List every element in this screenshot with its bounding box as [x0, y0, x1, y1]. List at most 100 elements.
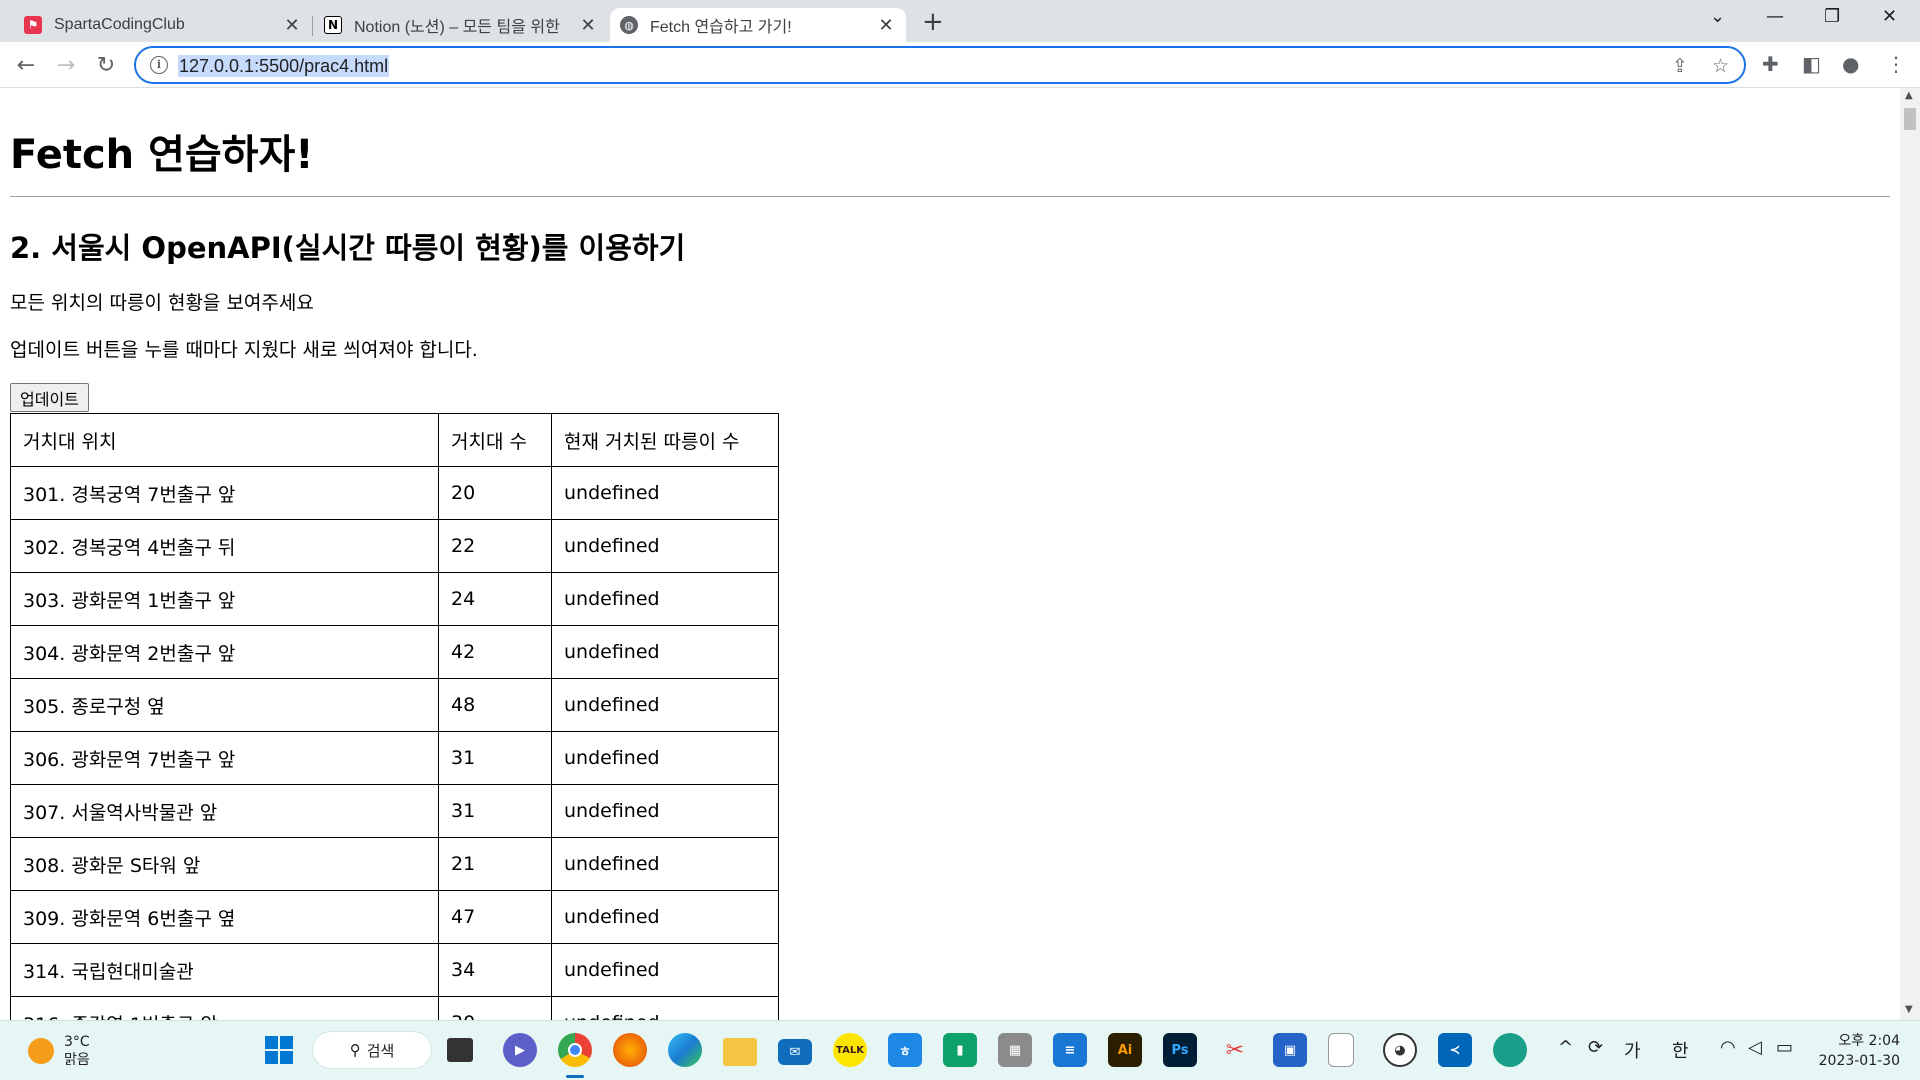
section-title: 2. 서울시 OpenAPI(실시간 따릉이 현황)를 이용하기 — [10, 231, 686, 265]
weather-widget[interactable]: 3°C 맑음 — [28, 1033, 90, 1069]
tab-title: Fetch 연습하고 가기! — [650, 19, 792, 36]
cell-location: 303. 광화문역 1번출구 앞 — [10, 572, 439, 626]
battery-icon[interactable]: ▭ — [1776, 1037, 1793, 1058]
table-row: 314. 국립현대미술관 34 undefined — [10, 943, 779, 997]
cell-location: 316. 종각역 1번출구 앞 — [10, 996, 439, 1020]
taskbar-search[interactable]: ⚲ 검색 — [312, 1031, 432, 1069]
snipping-tool-icon[interactable]: ✂ — [1218, 1033, 1252, 1067]
cell-bike-count: undefined — [551, 519, 779, 573]
table-header-row: 거치대 위치 거치대 수 현재 거치된 따릉이 수 — [10, 413, 779, 467]
vscode-icon[interactable]: ≺ — [1438, 1033, 1472, 1067]
cell-bike-count: undefined — [551, 890, 779, 944]
blank-document-icon[interactable] — [1328, 1033, 1354, 1067]
tray-chevron-up-icon[interactable]: ^ — [1558, 1037, 1573, 1058]
description-2: 업데이트 버튼을 누를 때마다 지웠다 새로 씌여져야 합니다. — [10, 339, 478, 361]
back-arrow-icon[interactable]: ← — [12, 51, 40, 79]
restore-icon[interactable]: ❐ — [1824, 6, 1840, 27]
cell-rack-count: 47 — [438, 890, 552, 944]
close-tab-icon[interactable]: ✕ — [282, 15, 302, 36]
kakaotalk-icon[interactable]: TALK — [833, 1033, 867, 1067]
chrome-profile-icon[interactable] — [1493, 1033, 1527, 1067]
cell-location: 305. 종로구청 옆 — [10, 678, 439, 732]
reload-icon[interactable]: ↻ — [92, 51, 120, 79]
github-desktop-icon[interactable]: ◕ — [1383, 1033, 1417, 1067]
tab-title: SpartaCodingClub — [54, 16, 185, 33]
site-info-icon[interactable]: i — [150, 56, 168, 74]
cell-bike-count: undefined — [551, 572, 779, 626]
divider — [10, 196, 1890, 197]
teams-chat-icon[interactable]: ▶ — [503, 1033, 537, 1067]
scroll-up-arrow-icon[interactable]: ▲ — [1905, 90, 1913, 101]
active-app-indicator — [566, 1075, 584, 1078]
hangul-word-icon[interactable]: ㅎ — [888, 1033, 922, 1067]
table-row: 305. 종로구청 옆 48 undefined — [10, 678, 779, 732]
forward-arrow-icon[interactable]: → — [52, 51, 80, 79]
close-tab-icon[interactable]: ✕ — [876, 15, 896, 36]
side-panel-icon[interactable]: ◧ — [1802, 52, 1821, 76]
bike-station-table: 거치대 위치 거치대 수 현재 거치된 따릉이 수 301. 경복궁역 7번출구… — [10, 413, 779, 1020]
file-explorer-icon[interactable] — [723, 1038, 757, 1066]
cell-rack-count: 21 — [438, 837, 552, 891]
bookmark-star-icon[interactable]: ☆ — [1712, 55, 1729, 77]
calculator-icon[interactable]: ▦ — [998, 1033, 1032, 1067]
hancell-icon[interactable]: ▮ — [943, 1033, 977, 1067]
volume-icon[interactable]: ◁ — [1748, 1037, 1762, 1058]
weather-temp: 3°C — [64, 1034, 90, 1050]
cell-bike-count: undefined — [551, 943, 779, 997]
page-content: Fetch 연습하자! 2. 서울시 OpenAPI(실시간 따릉이 현황)를 … — [0, 88, 1900, 1020]
table-row: 301. 경복궁역 7번출구 앞 20 undefined — [10, 466, 779, 520]
globe-favicon-icon: ◍ — [620, 16, 638, 34]
share-icon[interactable]: ⇪ — [1672, 55, 1688, 77]
cell-bike-count: undefined — [551, 837, 779, 891]
url-text[interactable]: 127.0.0.1:5500/prac4.html — [178, 55, 390, 77]
close-tab-icon[interactable]: ✕ — [578, 15, 598, 36]
notion-favicon-icon: N — [324, 16, 342, 34]
header-location: 거치대 위치 — [10, 413, 439, 467]
vertical-scrollbar[interactable]: ▲ ▼ — [1900, 88, 1920, 1020]
clock-time: 오후 2:04 — [1838, 1033, 1900, 1049]
table-row: 304. 광화문역 2번출구 앞 42 undefined — [10, 625, 779, 679]
chrome-icon[interactable] — [558, 1033, 592, 1067]
ime-mode-1[interactable]: 가 — [1624, 1037, 1641, 1063]
page-title: Fetch 연습하자! — [10, 132, 314, 178]
tab-notion[interactable]: N Notion (노션) – 모든 팀을 위한 ✕ — [314, 8, 608, 42]
weather-desc: 맑음 — [64, 1052, 90, 1068]
close-window-icon[interactable]: ✕ — [1882, 6, 1897, 27]
microsoft-store-icon[interactable]: ▣ — [1273, 1033, 1307, 1067]
scroll-down-arrow-icon[interactable]: ▼ — [1905, 1004, 1913, 1015]
cell-bike-count: undefined — [551, 784, 779, 838]
ime-mode-2[interactable]: 한 — [1672, 1037, 1689, 1063]
extensions-puzzle-icon[interactable]: ✚ — [1762, 52, 1779, 76]
task-view-icon[interactable] — [447, 1038, 473, 1062]
profile-avatar-icon[interactable]: ● — [1842, 52, 1859, 76]
new-tab-plus-icon[interactable]: + — [922, 9, 944, 35]
address-bar[interactable]: i 127.0.0.1:5500/prac4.html ⇪ ☆ — [134, 46, 1746, 84]
wifi-icon[interactable]: ◠ — [1720, 1037, 1736, 1058]
notepad-icon[interactable]: ≡ — [1053, 1033, 1087, 1067]
system-clock[interactable]: 오후 2:04 2023-01-30 — [1800, 1031, 1900, 1071]
table-row: 316. 종각역 1번출구 앞30undefined — [10, 996, 779, 1020]
illustrator-icon[interactable]: Ai — [1108, 1033, 1142, 1067]
cell-rack-count: 22 — [438, 519, 552, 573]
tab-fetch-practice[interactable]: ◍ Fetch 연습하고 가기! ✕ — [610, 8, 906, 42]
mail-icon[interactable]: ✉ — [778, 1039, 812, 1065]
update-button[interactable]: 업데이트 — [10, 383, 89, 412]
sparta-favicon-icon: ⚑ — [24, 16, 42, 34]
header-rack-count: 거치대 수 — [438, 413, 552, 467]
cell-bike-count: undefined — [551, 678, 779, 732]
tab-spartacodingclub[interactable]: ⚑ SpartaCodingClub ✕ — [14, 8, 312, 42]
sun-icon — [28, 1038, 54, 1064]
cell-rack-count: 34 — [438, 943, 552, 997]
menu-kebab-icon[interactable]: ⋮ — [1886, 52, 1906, 76]
tab-search-chevron-icon[interactable]: ⌄ — [1710, 6, 1725, 27]
cell-rack-count: 31 — [438, 784, 552, 838]
scrollbar-thumb[interactable] — [1904, 108, 1916, 130]
cell-rack-count: 20 — [438, 466, 552, 520]
sync-icon[interactable]: ⟳ — [1588, 1037, 1603, 1058]
photoshop-icon[interactable]: Ps — [1163, 1033, 1197, 1067]
windows-start-icon[interactable] — [262, 1033, 296, 1067]
edge-icon[interactable] — [668, 1033, 702, 1067]
firefox-icon[interactable] — [613, 1033, 647, 1067]
cell-location: 302. 경복궁역 4번출구 뒤 — [10, 519, 439, 573]
minimize-icon[interactable]: — — [1766, 6, 1784, 27]
